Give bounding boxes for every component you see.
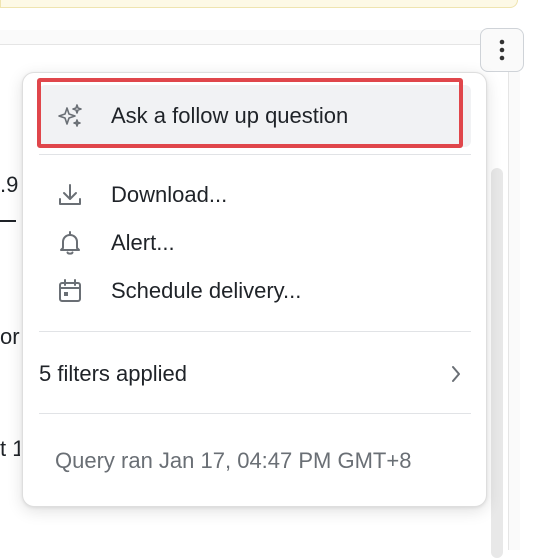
filters-applied-label: 5 filters applied <box>39 361 187 386</box>
download-menu-item[interactable]: Download... <box>39 173 471 217</box>
calendar-icon <box>55 276 85 306</box>
download-label: Download... <box>111 182 228 207</box>
notice-banner <box>0 0 518 8</box>
kebab-vertical-icon <box>499 39 505 61</box>
scrollbar[interactable] <box>491 168 503 558</box>
bell-icon <box>55 228 85 258</box>
obscured-text-fragment: or <box>0 324 20 349</box>
alert-menu-item[interactable]: Alert... <box>39 221 471 265</box>
menu-divider <box>39 331 471 332</box>
chevron-right-icon <box>445 363 467 385</box>
menu-divider <box>39 413 471 414</box>
filters-applied-menu-item[interactable]: 5 filters applied <box>39 352 471 396</box>
more-options-button[interactable] <box>480 28 524 72</box>
obscured-text-fragment: t 1 <box>0 436 20 461</box>
schedule-delivery-label: Schedule delivery... <box>111 278 302 303</box>
alert-label: Alert... <box>111 230 175 255</box>
ask-follow-up-menu-item[interactable]: Ask a follow up question <box>39 85 471 147</box>
obscured-rule-fragment <box>0 202 20 224</box>
overflow-menu: Ask a follow up question Download... Ale… <box>22 72 487 507</box>
query-timestamp: Query ran Jan 17, 04:47 PM GMT+8 <box>55 448 412 473</box>
obscured-text-fragment: .9 <box>0 172 19 197</box>
schedule-delivery-menu-item[interactable]: Schedule delivery... <box>39 269 471 313</box>
ask-follow-up-label: Ask a follow up question <box>111 103 349 128</box>
download-icon <box>55 180 85 210</box>
menu-divider <box>39 154 471 155</box>
sparkle-icon <box>55 101 85 131</box>
